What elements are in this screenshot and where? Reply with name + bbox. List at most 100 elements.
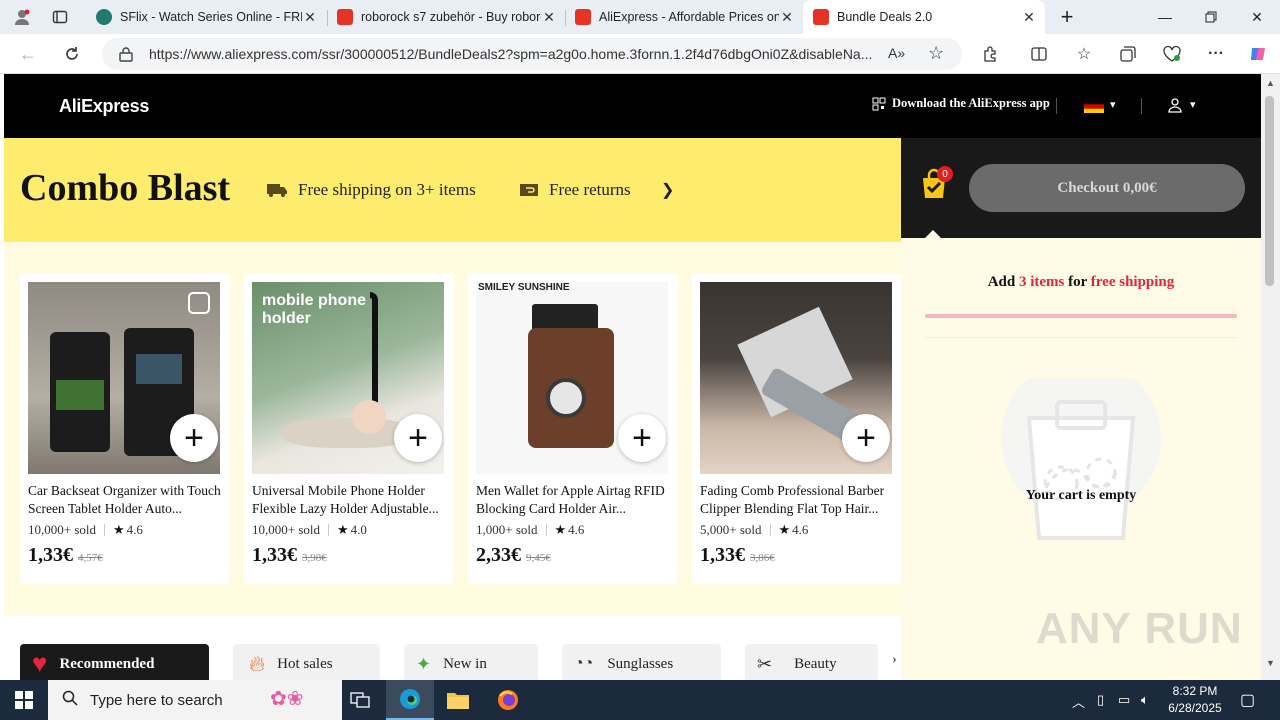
price-original: 3,98€ <box>302 552 327 564</box>
product-name[interactable]: Fading Comb Professional Barber Clipper … <box>700 482 896 518</box>
free-returns-label: Free returns <box>549 180 631 199</box>
brand-label: SMILEY SUNSHINE <box>478 282 570 293</box>
download-app-link[interactable]: Download the AliExpress app <box>872 96 1050 111</box>
volume-icon[interactable]: 🔈︎ <box>1141 692 1149 708</box>
cart-header: 0 Checkout 0,00€ <box>901 138 1261 238</box>
qr-code-icon <box>872 97 886 110</box>
image-search-icon[interactable] <box>188 292 210 314</box>
product-name[interactable]: Universal Mobile Phone Holder Flexible L… <box>252 482 448 518</box>
tab-sunglasses[interactable]: ◔◔ Sunglasses <box>562 644 721 680</box>
copilot-icon[interactable] <box>1246 43 1270 65</box>
tab-hot-sales[interactable]: 🔥︎ Hot sales <box>233 644 380 680</box>
network-icon[interactable]: ▭ <box>1118 692 1130 708</box>
user-icon[interactable] <box>1167 97 1183 113</box>
category-label: New in <box>443 655 487 672</box>
system-clock[interactable]: 8:32 PM 6/28/2025 <box>1160 683 1230 717</box>
product-name[interactable]: Men Wallet for Apple Airtag RFID Blockin… <box>476 482 672 518</box>
extensions-icon[interactable] <box>979 43 1003 65</box>
add-to-bundle-button[interactable]: + <box>394 414 442 462</box>
product-name[interactable]: Car Backseat Organizer with Touch Screen… <box>28 482 224 518</box>
notifications-icon[interactable]: ▢ <box>1240 690 1255 710</box>
chevron-down-icon[interactable]: ▾ <box>1190 98 1196 111</box>
new-tab-button[interactable]: + <box>1052 0 1082 34</box>
cart-count-badge: 0 <box>937 166 953 182</box>
url-bar[interactable]: https://www.aliexpress.com/ssr/300000512… <box>102 38 962 70</box>
more-menu-icon[interactable]: ··· <box>1204 43 1228 65</box>
product-card[interactable]: + Car Backseat Organizer with Touch Scre… <box>20 274 230 584</box>
free-returns-perk: Free returns <box>519 180 631 200</box>
task-view-icon[interactable] <box>336 680 384 720</box>
product-card[interactable]: + Fading Comb Professional Barber Clippe… <box>692 274 902 584</box>
chevron-up-icon[interactable]: ︿ <box>1072 692 1085 711</box>
back-button[interactable]: ← <box>14 40 42 68</box>
close-icon[interactable]: ✕ <box>1021 9 1037 26</box>
germany-flag-icon[interactable] <box>1084 100 1104 113</box>
product-meta: 10,000+ sold ★ 4.0 <box>252 522 367 538</box>
free-shipping-perk: Free shipping on 3+ items <box>266 180 476 200</box>
return-box-icon <box>520 184 538 196</box>
close-icon[interactable]: ✕ <box>302 9 318 26</box>
favorite-star-icon[interactable]: ☆ <box>928 43 944 64</box>
tab-sflix[interactable]: SFlix - Watch Series Online - FREE ✕ <box>86 0 326 34</box>
clock-time: 8:32 PM <box>1172 684 1218 698</box>
close-icon[interactable]: ✕ <box>541 9 557 26</box>
chevron-down-icon[interactable]: ▾ <box>1110 98 1116 111</box>
tab-bundle-deals[interactable]: Bundle Deals 2.0 ✕ <box>803 0 1045 34</box>
tab-actions-icon[interactable] <box>40 0 80 34</box>
profile-icon[interactable] <box>2 0 42 34</box>
aliexpress-logo[interactable]: AliExpress <box>59 96 149 117</box>
tab-beauty[interactable]: ✂ Beauty <box>745 644 878 680</box>
split-screen-icon[interactable] <box>1027 43 1051 65</box>
page-viewport: AliExpress Download the AliExpress app ▾… <box>4 74 1261 680</box>
taskbar-search-input[interactable]: Type here to search ✿❀ <box>48 680 342 720</box>
add-to-bundle-button[interactable]: + <box>618 414 666 462</box>
page-title: Combo Blast <box>20 167 231 209</box>
favorites-icon[interactable]: ☆ <box>1072 43 1096 65</box>
minimize-button[interactable]: — <box>1142 0 1188 34</box>
page-scrollbar[interactable]: ▲ ▼ <box>1261 74 1280 680</box>
combo-blast-banner: Combo Blast Free shipping on 3+ items Fr… <box>4 138 901 242</box>
price-original: 9,45€ <box>526 552 551 564</box>
product-meta: 5,000+ sold ★ 4.6 <box>700 522 808 538</box>
refresh-button[interactable] <box>58 40 86 68</box>
beauty-icon: ✂ <box>757 653 773 674</box>
product-list: + Car Backseat Organizer with Touch Scre… <box>4 242 902 616</box>
star-icon: ★ <box>337 522 349 537</box>
device-icon[interactable]: ▯ <box>1097 692 1104 708</box>
chevron-right-icon[interactable]: ❯ <box>661 180 674 200</box>
checkout-button[interactable]: Checkout 0,00€ <box>969 164 1245 212</box>
truck-icon <box>267 184 287 197</box>
anyrun-watermark: ANY RUN <box>1036 604 1243 653</box>
add-to-bundle-button[interactable]: + <box>170 414 218 462</box>
product-card[interactable]: SMILEY SUNSHINE + Men Wallet for Apple A… <box>468 274 678 584</box>
close-window-button[interactable]: ✕ <box>1234 0 1280 34</box>
tab-new-in[interactable]: ✦ New in <box>404 644 538 680</box>
chevron-right-icon[interactable]: › <box>892 652 897 668</box>
edge-taskbar-icon[interactable] <box>386 680 434 720</box>
product-card[interactable]: mobile phone holder + Universal Mobile P… <box>244 274 454 584</box>
windows-start-icon[interactable] <box>0 680 48 720</box>
download-app-label: Download the AliExpress app <box>892 96 1050 110</box>
price-original: 3,86€ <box>750 552 775 564</box>
close-icon[interactable]: ✕ <box>779 9 795 26</box>
scroll-up-icon[interactable]: ▲ <box>1266 78 1275 88</box>
scroll-thumb[interactable] <box>1265 96 1274 286</box>
search-icon <box>62 690 78 710</box>
scroll-down-icon[interactable]: ▼ <box>1266 658 1275 668</box>
file-explorer-icon[interactable] <box>434 680 482 720</box>
browser-essentials-icon[interactable] <box>1160 43 1184 65</box>
collections-icon[interactable] <box>1116 43 1140 65</box>
firefox-icon[interactable] <box>484 680 532 720</box>
empty-cart-text: Your cart is empty <box>1025 488 1137 503</box>
site-info-icon[interactable] <box>118 46 134 65</box>
tab-aliexpress[interactable]: AliExpress - Affordable Prices on T ✕ <box>565 0 803 34</box>
tab-recommended[interactable]: ♥ Recommended <box>20 644 209 680</box>
sold-count: 10,000+ sold <box>252 522 321 537</box>
add-to-bundle-button[interactable]: + <box>842 414 890 462</box>
restore-button[interactable] <box>1188 0 1234 34</box>
aliexpress-header: AliExpress Download the AliExpress app ▾… <box>4 74 1261 138</box>
tab-roborock[interactable]: roborock s7 zubehör - Buy robord ✕ <box>327 0 565 34</box>
price-current: 1,33€ <box>700 544 745 566</box>
read-aloud-icon[interactable]: A» <box>888 45 905 61</box>
product-price: 1,33€ 3,86€ <box>700 544 775 567</box>
